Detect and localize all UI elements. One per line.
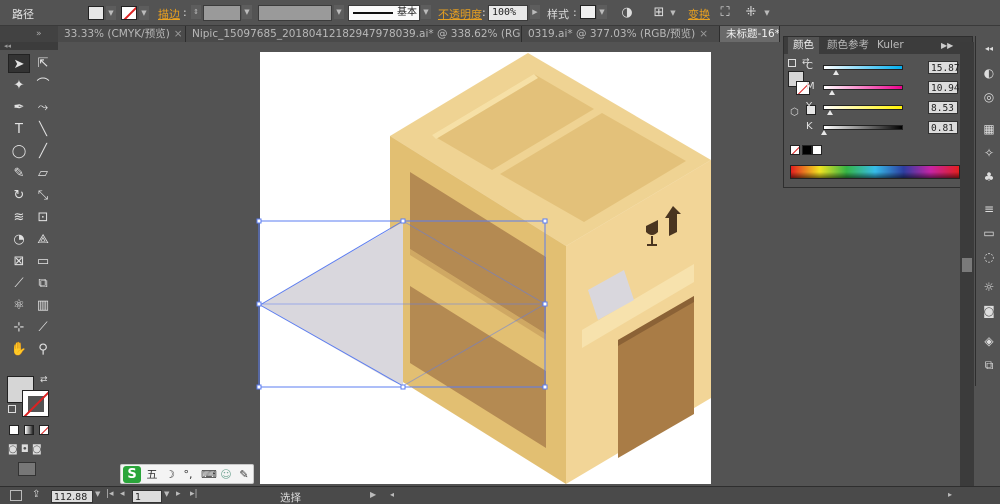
white-swatch[interactable] [812, 145, 822, 155]
slider-cyan[interactable]: C 15.87 % [806, 61, 971, 75]
user-icon[interactable]: ☺ [219, 466, 233, 483]
dock-collapse-icon[interactable]: ◂◂ [980, 40, 998, 58]
slider-magenta[interactable]: M 10.94 % [806, 81, 971, 95]
ime-logo[interactable]: S [123, 466, 141, 483]
color-panel: 颜色 颜色参考 Kuler ▶▶ ≡ ⇄ ⬡ C 15.87 % M 10.94… [783, 36, 973, 188]
vertical-scrollbar[interactable] [960, 42, 974, 486]
black-value-field[interactable]: 0.81 [928, 121, 958, 134]
illustrator-window: 路径 ▼ ▼ 描边 : ⇕ ▼ ▼ 基本 ▼ 不透明度 : 100% ▶ 样式 … [0, 0, 1000, 504]
keyboard-icon[interactable]: ⌨ [201, 466, 217, 483]
ime-toolbar: S 五 ☽ °, ⌨ ☺ ✎ [120, 464, 254, 484]
tab-color-guide[interactable]: 颜色参考 [822, 37, 874, 54]
gradient-panel-icon[interactable]: ▭ [980, 224, 998, 242]
artboard-number-field[interactable]: 1 [132, 490, 162, 503]
artboards-panel-icon[interactable]: ⧉ [980, 356, 998, 374]
swatches-panel-icon[interactable]: ▦ [980, 120, 998, 138]
color-spectrum-bar[interactable] [790, 165, 960, 179]
magenta-track[interactable] [823, 85, 903, 90]
layers-panel-icon[interactable]: ◈ [980, 332, 998, 350]
settings-icon[interactable]: ✎ [237, 466, 251, 483]
slider-thumb[interactable] [828, 90, 835, 95]
tab-color[interactable]: 颜色 [788, 37, 819, 54]
color-panel-tabs: 颜色 颜色参考 Kuler ▶▶ ≡ [784, 37, 972, 54]
color-panel-icon[interactable]: ◐ [980, 64, 998, 82]
none-color-swatch[interactable] [790, 145, 800, 155]
share-icon[interactable]: ⇪ [32, 489, 40, 500]
ime-mode-button[interactable]: 五 [145, 466, 159, 483]
first-artboard-icon[interactable]: |◂ [106, 489, 114, 499]
punctuation-icon[interactable]: °, [181, 466, 195, 483]
channel-label: M [806, 81, 815, 92]
out-of-gamut-icon[interactable]: ⬡ [790, 107, 799, 118]
last-artboard-icon[interactable]: ▸| [190, 489, 198, 499]
zoom-field[interactable]: 112.88 [51, 490, 93, 503]
magenta-value-field[interactable]: 10.94 [928, 81, 960, 94]
status-bar: ⇪ 112.88 ▼ |◂ ◂ 1 ▼ ▸ ▸| 选择 ▶ ◂ ▸ [0, 486, 1000, 504]
color-guide-icon[interactable]: ◎ [980, 88, 998, 106]
moon-icon[interactable]: ☽ [163, 466, 177, 483]
stroke-panel-icon[interactable]: ≡ [980, 200, 998, 218]
cyan-value-field[interactable]: 15.87 [928, 61, 960, 74]
black-swatch[interactable] [802, 145, 812, 155]
appearance-panel-icon[interactable]: ☼ [980, 278, 998, 296]
panel-collapse-icon[interactable]: ▶▶ [936, 37, 958, 54]
slider-thumb[interactable] [820, 130, 827, 135]
slider-black[interactable]: K 0.81 % [806, 121, 971, 135]
default-colors-icon[interactable] [788, 59, 796, 67]
scroll-right-icon[interactable]: ▸ [948, 490, 952, 499]
channel-label: Y [806, 101, 813, 112]
graphic-styles-panel-icon[interactable]: ◙ [980, 302, 998, 320]
slider-thumb[interactable] [826, 110, 833, 115]
vertical-scroll-thumb[interactable] [962, 258, 972, 272]
artboard-dropdown-icon[interactable]: ▼ [164, 490, 169, 498]
brushes-panel-icon[interactable]: ✧ [980, 144, 998, 162]
scroll-left-icon[interactable]: ◂ [390, 490, 394, 499]
current-tool-status: 选择 [280, 492, 301, 504]
next-artboard-icon[interactable]: ▸ [176, 489, 181, 499]
channel-label: K [806, 121, 813, 132]
yellow-value-field[interactable]: 8.53 [928, 101, 958, 114]
status-menu-icon[interactable]: ▶ [370, 490, 376, 499]
document-icon[interactable] [10, 490, 22, 501]
black-track[interactable] [823, 125, 903, 130]
yellow-track[interactable] [823, 105, 903, 110]
tab-kuler[interactable]: Kuler [872, 37, 909, 54]
previous-artboard-icon[interactable]: ◂ [120, 489, 125, 499]
slider-yellow[interactable]: Y 8.53 % [806, 101, 971, 115]
channel-label: C [806, 61, 813, 72]
zoom-dropdown-icon[interactable]: ▼ [95, 490, 100, 498]
panel-dock: ◂◂ ◐ ◎ ▦ ✧ ♣ ≡ ▭ ◌ ☼ ◙ ◈ ⧉ [975, 36, 1000, 386]
symbols-panel-icon[interactable]: ♣ [980, 168, 998, 186]
slider-thumb[interactable] [832, 70, 839, 75]
transparency-panel-icon[interactable]: ◌ [980, 248, 998, 266]
